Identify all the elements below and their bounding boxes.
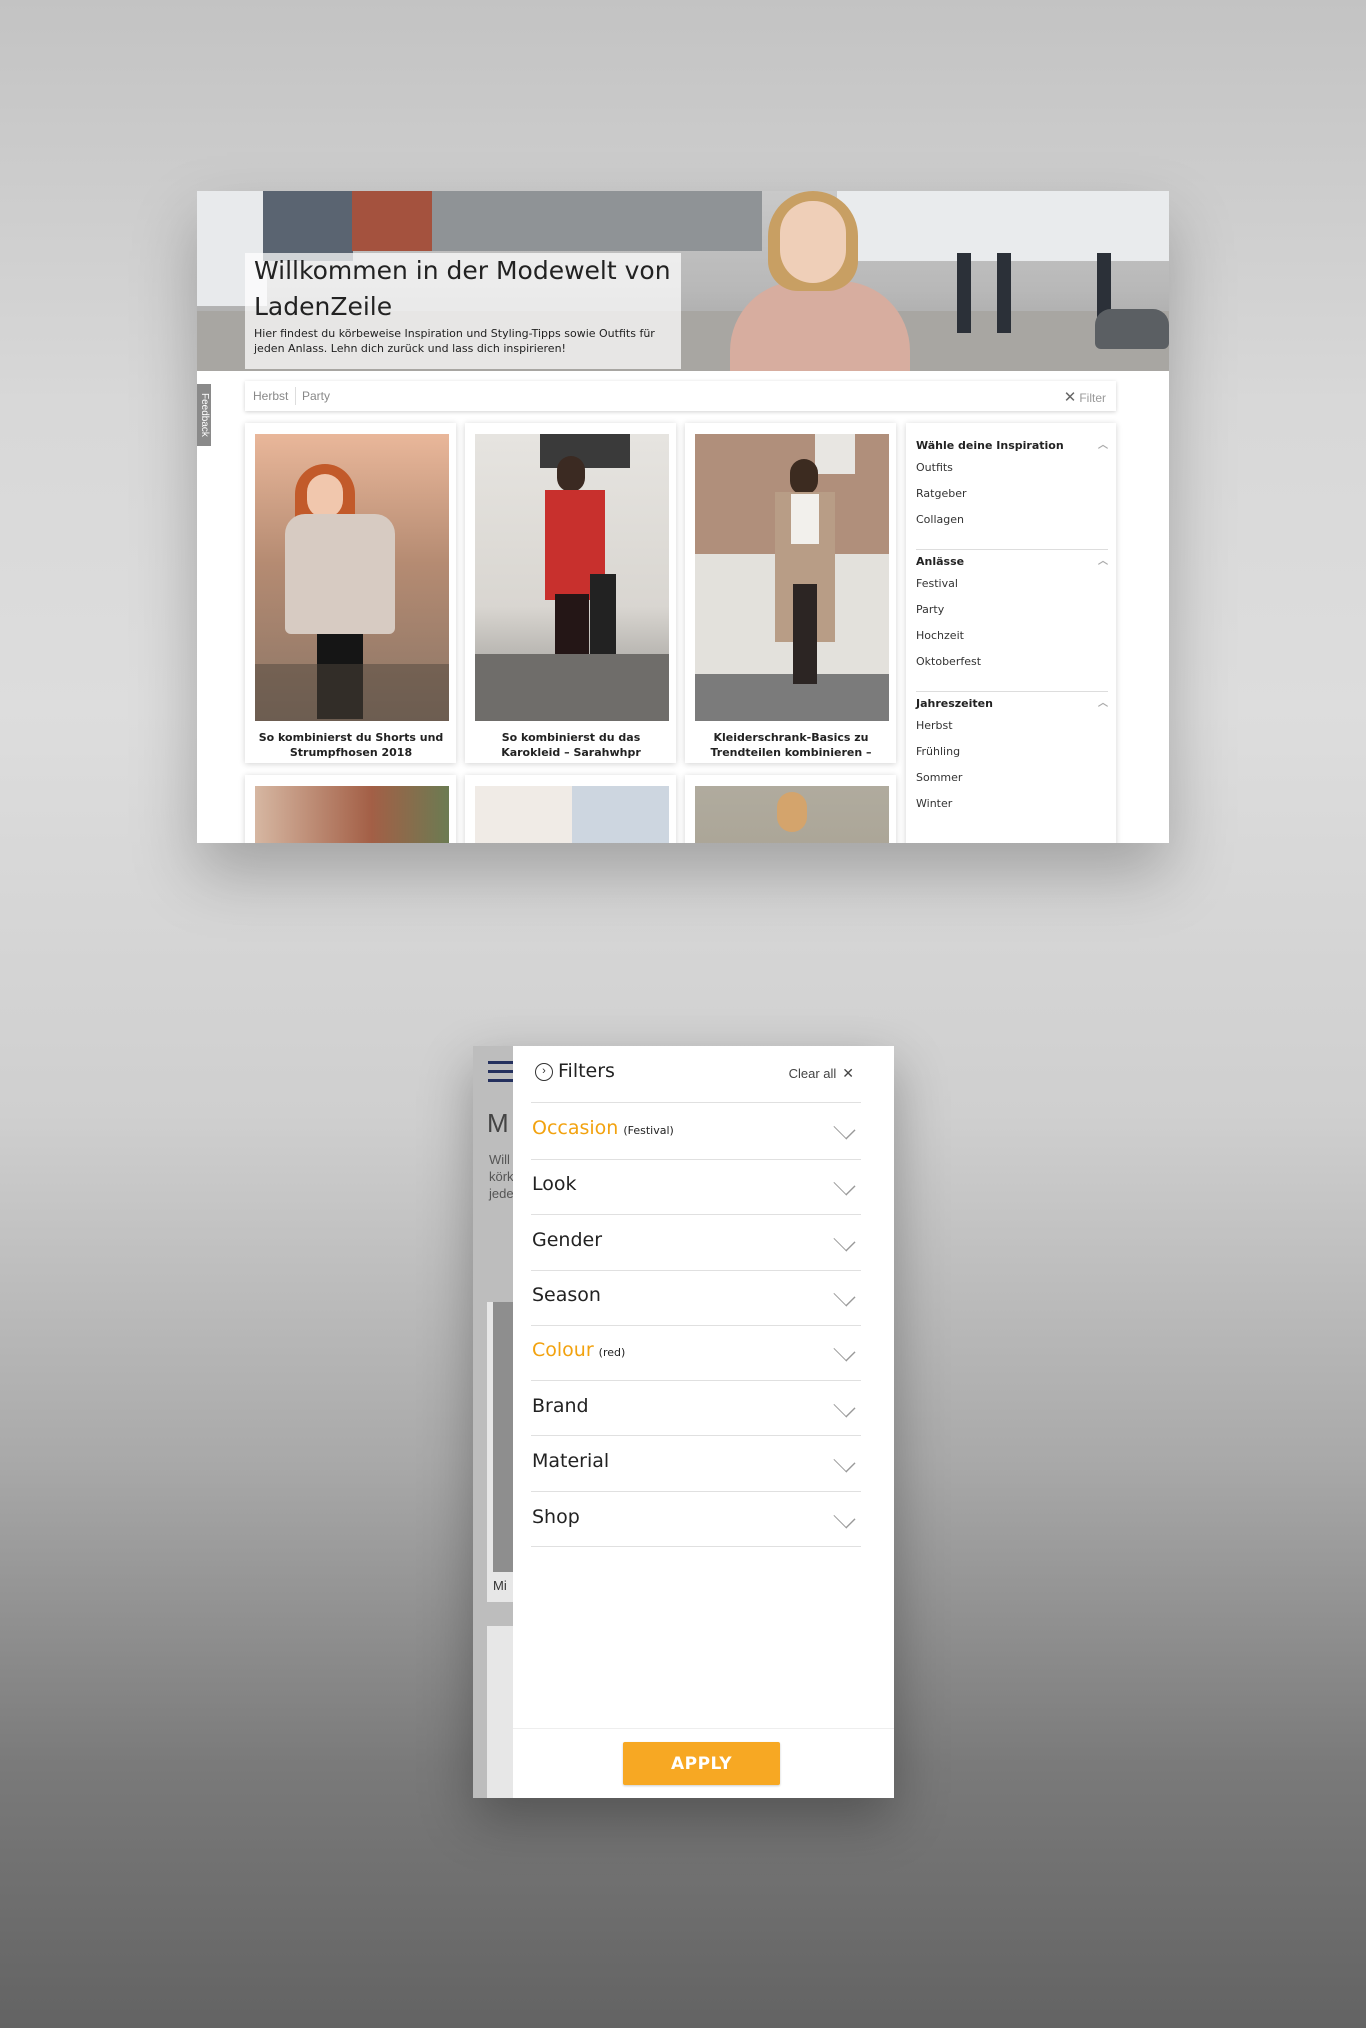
card-caption: So kombinierst du das Karokleid – Sarahw… — [501, 731, 641, 758]
sidebar-group-label: Anlässe — [916, 555, 965, 568]
filter-row-material[interactable]: Material — [531, 1437, 861, 1492]
chevron-down-icon — [833, 1450, 856, 1473]
active-filter-bar: Herbst Party ✕ Filter — [245, 381, 1116, 411]
filter-row-shop[interactable]: Shop — [531, 1493, 861, 1548]
filter-row-gender[interactable]: Gender — [531, 1216, 861, 1271]
chevron-down-icon — [833, 1284, 856, 1307]
sidebar-group-inspiration: Wähle deine Inspiration ︿ Outfits Ratgeb… — [916, 437, 1108, 533]
filter-row-colour[interactable]: Colour (red) — [531, 1326, 861, 1381]
filter-row-label: Material — [532, 1450, 610, 1472]
chevron-down-icon — [833, 1173, 856, 1196]
chevron-down-icon — [833, 1229, 856, 1252]
mobile-mockup: M Will körk jede Mi › Filters Clear all ✕… — [473, 1046, 894, 1798]
sidebar-group-title[interactable]: Wähle deine Inspiration ︿ — [916, 437, 1108, 455]
filter-row-label: Look — [532, 1173, 577, 1195]
hero-title: Willkommen in der Modewelt von LadenZeil… — [254, 256, 671, 321]
sidebar-group-anlaesse: Anlässe ︿ Festival Party Hochzeit Oktobe… — [916, 553, 1108, 675]
card-caption: So kombinierst du Shorts und Strumpfhose… — [258, 731, 444, 758]
inspiration-card[interactable]: So kombinierst du das Karokleid – Sarahw… — [465, 423, 676, 763]
filter-row-label: Gender — [532, 1229, 603, 1251]
filter-row-label: Brand — [532, 1395, 589, 1417]
card-photo — [695, 434, 889, 721]
filter-row-label: Colour (red) — [532, 1339, 626, 1361]
clear-all-button[interactable]: Clear all ✕ — [789, 1065, 854, 1082]
inspiration-sidebar: Wähle deine Inspiration ︿ Outfits Ratgeb… — [906, 423, 1116, 843]
inspiration-card[interactable] — [685, 775, 896, 843]
mobile-card-caption: Mi — [493, 1578, 507, 1593]
filters-title: Filters — [558, 1060, 615, 1082]
card-caption: Kleiderschrank-Basics zu Trendteilen kom… — [710, 731, 872, 758]
sidebar-group-title[interactable]: Jahreszeiten ︿ — [916, 695, 1108, 713]
chevron-down-icon — [833, 1395, 856, 1418]
sidebar-group-jahreszeiten: Jahreszeiten ︿ Herbst Frühling Sommer Wi… — [916, 695, 1108, 817]
sidebar-item-hochzeit[interactable]: Hochzeit — [916, 623, 1108, 649]
chevron-up-icon[interactable]: ︿ — [1098, 695, 1108, 713]
inspiration-card[interactable]: Kleiderschrank-Basics zu Trendteilen kom… — [685, 423, 896, 763]
feedback-tab[interactable]: Feedback — [197, 384, 211, 446]
sidebar-item-winter[interactable]: Winter — [916, 791, 1108, 817]
filters-panel: › Filters Clear all ✕ Occasion (Festival) … — [513, 1046, 894, 1798]
chevron-down-icon — [833, 1339, 856, 1362]
hero-model-image — [730, 191, 910, 371]
chevron-down-icon — [833, 1117, 856, 1140]
filter-row-label: Shop — [532, 1506, 580, 1528]
inspiration-card[interactable] — [245, 775, 456, 843]
desktop-mockup: Willkommen in der Modewelt von LadenZeil… — [197, 191, 1169, 843]
inspiration-card[interactable]: So kombinierst du Shorts und Strumpfhose… — [245, 423, 456, 763]
sidebar-item-sommer[interactable]: Sommer — [916, 765, 1108, 791]
close-icon: ✕ — [1063, 389, 1077, 406]
filter-row-look[interactable]: Look — [531, 1160, 861, 1215]
filter-row-label: Season — [532, 1284, 601, 1306]
card-photo — [475, 786, 669, 843]
card-photo — [255, 786, 449, 843]
clear-all-label: Clear all — [788, 1066, 837, 1081]
filter-row-brand[interactable]: Brand — [531, 1382, 861, 1437]
apply-button[interactable]: APPLY — [623, 1742, 780, 1785]
sidebar-group-label: Wähle deine Inspiration — [916, 439, 1064, 452]
filters-footer: APPLY — [513, 1728, 894, 1798]
card-photo — [695, 786, 889, 843]
mobile-page-title: M — [487, 1108, 509, 1138]
hamburger-menu-icon[interactable] — [488, 1061, 514, 1083]
filter-row-season[interactable]: Season — [531, 1271, 861, 1326]
hero-banner: Willkommen in der Modewelt von LadenZeil… — [197, 191, 1169, 371]
chevron-up-icon[interactable]: ︿ — [1098, 553, 1108, 571]
sidebar-item-collagen[interactable]: Collagen — [916, 507, 1108, 533]
filters-header: › Filters Clear all ✕ — [513, 1046, 894, 1103]
sidebar-item-festival[interactable]: Festival — [916, 571, 1108, 597]
filter-row-occasion[interactable]: Occasion (Festival) — [531, 1104, 861, 1159]
chevron-up-icon[interactable]: ︿ — [1098, 437, 1108, 455]
back-circle-icon[interactable]: › — [535, 1063, 553, 1081]
close-icon: ✕ — [842, 1065, 854, 1081]
mobile-intro-text: Will körk jede — [489, 1152, 514, 1201]
card-photo — [255, 434, 449, 721]
card-photo — [475, 434, 669, 721]
filter-chip-herbst[interactable]: Herbst — [253, 389, 288, 403]
filter-selected-value: (Festival) — [623, 1124, 674, 1137]
sidebar-group-label: Jahreszeiten — [916, 697, 993, 710]
filter-toggle-button[interactable]: ✕ Filter — [1064, 388, 1106, 406]
filter-selected-value: (red) — [598, 1346, 626, 1359]
filter-chip-party[interactable]: Party — [302, 389, 330, 403]
sidebar-item-oktoberfest[interactable]: Oktoberfest — [916, 649, 1108, 675]
sidebar-item-herbst[interactable]: Herbst — [916, 713, 1108, 739]
sidebar-group-title[interactable]: Anlässe ︿ — [916, 553, 1108, 571]
sidebar-item-fruehling[interactable]: Frühling — [916, 739, 1108, 765]
chevron-down-icon — [833, 1506, 856, 1529]
sidebar-item-outfits[interactable]: Outfits — [916, 455, 1108, 481]
filter-toggle-label: Filter — [1079, 391, 1106, 405]
inspiration-card[interactable] — [465, 775, 676, 843]
filter-row-label: Occasion (Festival) — [532, 1117, 674, 1139]
hero-subtitle: Hier findest du körbeweise Inspiration u… — [254, 327, 655, 355]
sidebar-item-party[interactable]: Party — [916, 597, 1108, 623]
sidebar-item-ratgeber[interactable]: Ratgeber — [916, 481, 1108, 507]
